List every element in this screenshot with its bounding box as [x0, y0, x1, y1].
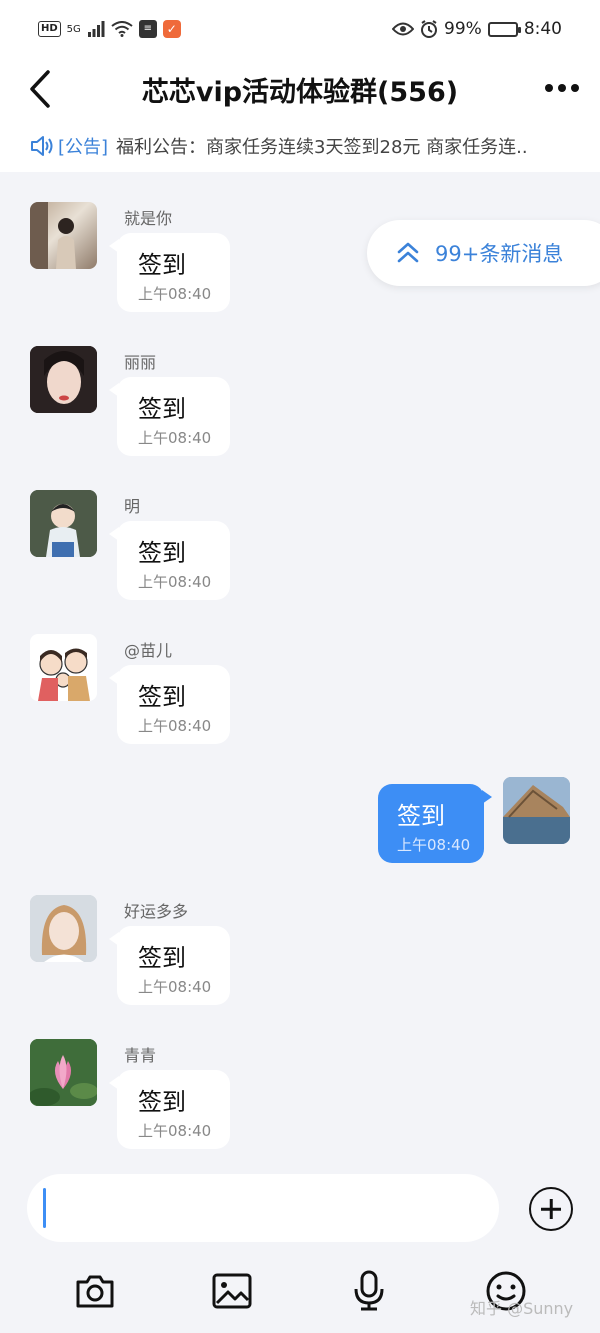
hd-indicator: HD	[38, 21, 61, 37]
message-text: 签到	[138, 539, 186, 567]
back-arrow-icon	[30, 70, 50, 108]
new-messages-label: 99+条新消息	[435, 242, 564, 266]
message-text: 签到	[397, 802, 445, 830]
message-time: 上午08:40	[138, 429, 212, 447]
more-options-button[interactable]	[542, 68, 582, 108]
sender-name: 好运多多	[124, 902, 189, 921]
message-time: 上午08:40	[397, 836, 471, 854]
message-text: 签到	[138, 395, 186, 423]
new-messages-button[interactable]: 99+条新消息	[367, 220, 600, 286]
message-text: 签到	[138, 1088, 186, 1116]
chat-header: 芯芯vip活动体验群(556)	[0, 58, 600, 120]
message-bubble[interactable]: 签到 上午08:40	[109, 377, 230, 456]
message-text: 签到	[138, 683, 186, 711]
announcement-tag: [公告]	[58, 137, 109, 158]
sender-name: @苗儿	[124, 641, 173, 660]
message-time: 上午08:40	[138, 573, 212, 591]
avatar-self[interactable]	[503, 777, 570, 844]
network-type: 5G	[66, 23, 81, 35]
message-time: 上午08:40	[138, 285, 212, 303]
avatar[interactable]	[30, 895, 97, 962]
task-app-icon: ✓	[162, 20, 181, 38]
message-notification-icon: ≡	[138, 20, 157, 38]
status-bar-right: 99% 8:40	[392, 19, 562, 39]
watermark: 知乎 @Sunny	[470, 1299, 574, 1318]
avatar[interactable]	[30, 490, 97, 557]
message-time: 上午08:40	[138, 978, 212, 996]
message-bubble-self[interactable]: 签到 上午08:40	[378, 784, 492, 863]
alarm-icon	[421, 20, 438, 38]
clock: 8:40	[523, 19, 562, 39]
battery-icon	[487, 21, 521, 37]
back-button[interactable]	[22, 66, 58, 112]
signal-icon	[87, 21, 105, 37]
avatar-photo-icon	[503, 777, 570, 844]
double-chevron-up-icon	[397, 242, 419, 263]
avatar-photo-icon	[30, 202, 76, 269]
battery-percent: 99%	[444, 19, 482, 39]
sender-name: 明	[124, 497, 141, 516]
page-title: 芯芯vip活动体验群(556)	[141, 76, 459, 108]
message-time: 上午08:40	[138, 717, 212, 735]
avatar-cartoon-icon	[38, 648, 90, 701]
message-bubble[interactable]: 签到 上午08:40	[109, 233, 230, 312]
message-input[interactable]	[27, 1174, 499, 1242]
message-text: 签到	[138, 251, 186, 279]
group-announcement[interactable]: [公告] 福利公告：商家任务连续3天签到28元 商家任务连..	[0, 120, 600, 172]
more-dot-icon	[571, 84, 579, 92]
status-bar-left: HD 5G ≡ ✓	[38, 20, 181, 38]
message-bubble[interactable]: 签到 上午08:40	[109, 521, 230, 600]
message-bubble[interactable]: 签到 上午08:40	[109, 926, 230, 1005]
avatar-photo-icon	[30, 346, 97, 413]
message-text: 签到	[138, 944, 186, 972]
more-dot-icon	[558, 84, 566, 92]
wifi-icon	[111, 21, 133, 37]
message-bubble[interactable]: 签到 上午08:40	[109, 1070, 230, 1149]
sender-name: 就是你	[124, 209, 173, 228]
speaker-icon	[31, 136, 53, 156]
sender-name: 青青	[124, 1046, 157, 1065]
avatar[interactable]	[30, 1039, 97, 1106]
message-time: 上午08:40	[138, 1122, 212, 1140]
avatar-photo-icon	[30, 1039, 97, 1106]
more-dot-icon	[545, 84, 553, 92]
microphone-icon[interactable]	[348, 1270, 390, 1312]
avatar[interactable]	[30, 346, 97, 413]
add-attachment-button[interactable]	[529, 1187, 573, 1231]
text-caret	[43, 1188, 46, 1228]
image-icon[interactable]	[211, 1270, 253, 1312]
avatar[interactable]	[30, 202, 97, 269]
eye-icon	[392, 22, 415, 36]
message-bubble[interactable]: 签到 上午08:40	[109, 665, 230, 744]
avatar-photo-icon	[30, 490, 97, 557]
status-bar: HD 5G ≡ ✓ 99% 8:40	[0, 0, 600, 58]
avatar[interactable]	[30, 634, 97, 701]
camera-icon[interactable]	[74, 1270, 116, 1312]
announcement-text: 福利公告：商家任务连续3天签到28元 商家任务连..	[116, 137, 528, 158]
avatar-photo-icon	[30, 895, 97, 962]
sender-name: 丽丽	[124, 353, 157, 372]
